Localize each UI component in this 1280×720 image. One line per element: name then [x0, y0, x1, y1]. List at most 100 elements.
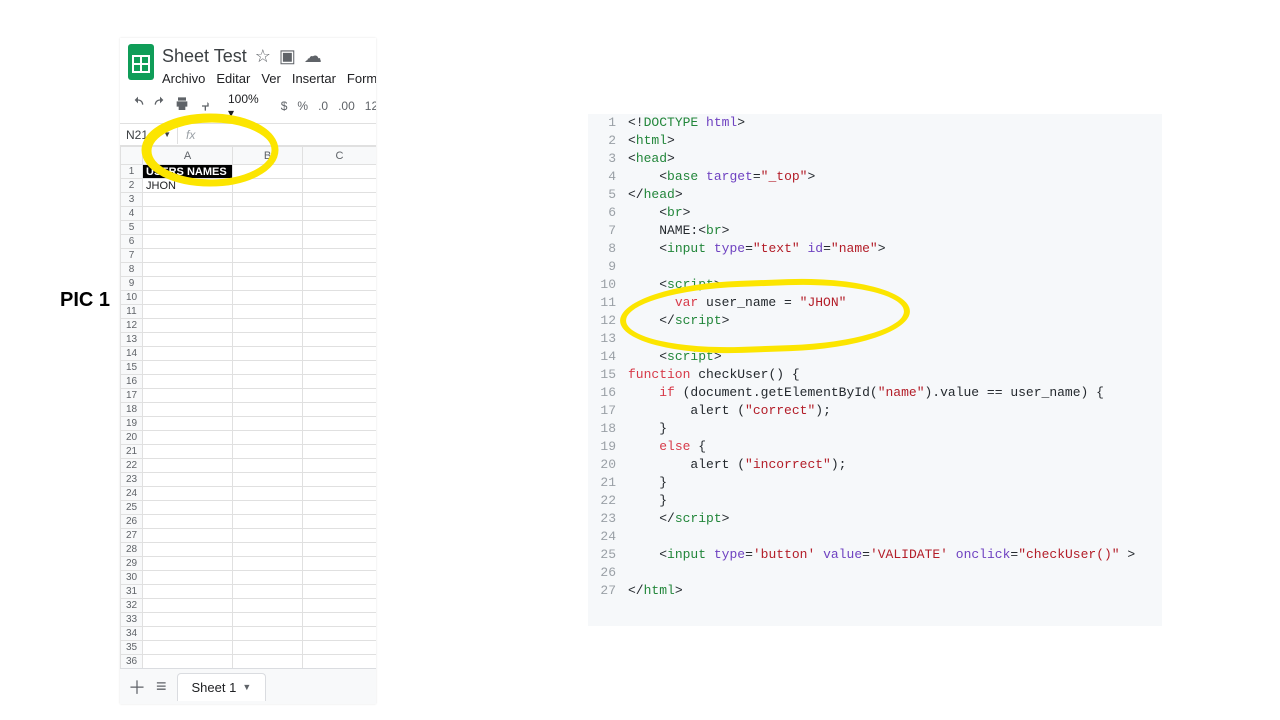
row-header[interactable]: 26 — [121, 515, 143, 529]
cell[interactable] — [233, 263, 303, 277]
cell[interactable]: USERS NAMES — [143, 165, 233, 179]
code-line[interactable] — [628, 564, 1162, 582]
row-header[interactable]: 12 — [121, 319, 143, 333]
cell[interactable] — [233, 291, 303, 305]
cell[interactable] — [143, 641, 233, 655]
row-header[interactable]: 19 — [121, 417, 143, 431]
cell[interactable] — [233, 557, 303, 571]
row-header[interactable]: 28 — [121, 543, 143, 557]
row-header[interactable]: 35 — [121, 641, 143, 655]
cell[interactable] — [143, 627, 233, 641]
cell[interactable] — [143, 557, 233, 571]
row-header[interactable]: 6 — [121, 235, 143, 249]
code-line[interactable]: } — [628, 492, 1162, 510]
row-header[interactable]: 18 — [121, 403, 143, 417]
cell[interactable] — [303, 515, 377, 529]
row-header[interactable]: 25 — [121, 501, 143, 515]
cell[interactable] — [303, 459, 377, 473]
code-line[interactable] — [628, 528, 1162, 546]
row-header[interactable]: 22 — [121, 459, 143, 473]
row-header[interactable]: 32 — [121, 599, 143, 613]
row-header[interactable]: 8 — [121, 263, 143, 277]
cell[interactable] — [143, 529, 233, 543]
row-header[interactable]: 31 — [121, 585, 143, 599]
cell[interactable] — [233, 501, 303, 515]
row-header[interactable]: 33 — [121, 613, 143, 627]
code-line[interactable]: </script> — [628, 312, 1162, 330]
cell[interactable] — [303, 305, 377, 319]
cell[interactable] — [303, 333, 377, 347]
cell[interactable] — [303, 375, 377, 389]
menu-insertar[interactable]: Insertar — [292, 71, 336, 86]
zoom-dropdown[interactable]: 100% ▾ — [228, 92, 263, 120]
row-header[interactable]: 30 — [121, 571, 143, 585]
row-header[interactable]: 3 — [121, 193, 143, 207]
cell[interactable] — [143, 501, 233, 515]
cell[interactable] — [303, 487, 377, 501]
cell[interactable] — [303, 599, 377, 613]
increase-decimal-button[interactable]: .00 — [336, 99, 357, 113]
cell[interactable] — [233, 361, 303, 375]
cell[interactable] — [143, 431, 233, 445]
cell[interactable] — [303, 193, 377, 207]
undo-button[interactable] — [130, 96, 146, 115]
cell[interactable] — [233, 319, 303, 333]
format-percent-button[interactable]: % — [295, 99, 310, 113]
cell[interactable] — [303, 655, 377, 669]
code-line[interactable]: <input type="text" id="name"> — [628, 240, 1162, 258]
cell[interactable] — [303, 543, 377, 557]
cell[interactable] — [233, 613, 303, 627]
code-line[interactable]: </script> — [628, 510, 1162, 528]
row-header[interactable]: 21 — [121, 445, 143, 459]
cell[interactable] — [143, 655, 233, 669]
cell[interactable] — [233, 529, 303, 543]
cell[interactable] — [143, 417, 233, 431]
print-button[interactable] — [174, 96, 190, 115]
cell[interactable] — [233, 389, 303, 403]
cell[interactable] — [233, 627, 303, 641]
cell[interactable] — [143, 375, 233, 389]
row-header[interactable]: 10 — [121, 291, 143, 305]
cell[interactable] — [303, 529, 377, 543]
code-line[interactable]: <script> — [628, 348, 1162, 366]
code-line[interactable]: else { — [628, 438, 1162, 456]
cell[interactable] — [233, 417, 303, 431]
cell[interactable] — [143, 305, 233, 319]
cell[interactable] — [233, 221, 303, 235]
cell[interactable] — [233, 179, 303, 193]
cell[interactable] — [233, 515, 303, 529]
row-header[interactable]: 1 — [121, 165, 143, 179]
cell[interactable] — [233, 375, 303, 389]
row-header[interactable]: 16 — [121, 375, 143, 389]
sheet-tab-1[interactable]: Sheet 1 ▼ — [177, 673, 267, 701]
row-header[interactable]: 23 — [121, 473, 143, 487]
cell[interactable] — [303, 557, 377, 571]
cell[interactable] — [303, 361, 377, 375]
code-line[interactable] — [628, 330, 1162, 348]
cell[interactable] — [303, 641, 377, 655]
cell[interactable] — [233, 599, 303, 613]
code-line[interactable] — [628, 258, 1162, 276]
cell[interactable] — [233, 571, 303, 585]
menu-formato[interactable]: Formato — [347, 71, 376, 86]
cell[interactable] — [303, 389, 377, 403]
cell[interactable] — [143, 207, 233, 221]
cell[interactable] — [143, 319, 233, 333]
cell[interactable] — [143, 515, 233, 529]
code-line[interactable]: <input type='button' value='VALIDATE' on… — [628, 546, 1162, 564]
decrease-decimal-button[interactable]: .0 — [316, 99, 330, 113]
cell[interactable] — [143, 221, 233, 235]
cell[interactable] — [233, 487, 303, 501]
code-line[interactable]: </html> — [628, 582, 1162, 600]
row-header[interactable]: 24 — [121, 487, 143, 501]
cell[interactable] — [303, 221, 377, 235]
format-currency-button[interactable]: $ — [279, 99, 290, 113]
cell[interactable] — [143, 473, 233, 487]
row-header[interactable]: 7 — [121, 249, 143, 263]
cell[interactable] — [143, 277, 233, 291]
cell[interactable] — [303, 417, 377, 431]
cell[interactable] — [143, 543, 233, 557]
cell[interactable] — [303, 291, 377, 305]
select-all-corner[interactable] — [121, 147, 143, 165]
cell[interactable] — [303, 179, 377, 193]
